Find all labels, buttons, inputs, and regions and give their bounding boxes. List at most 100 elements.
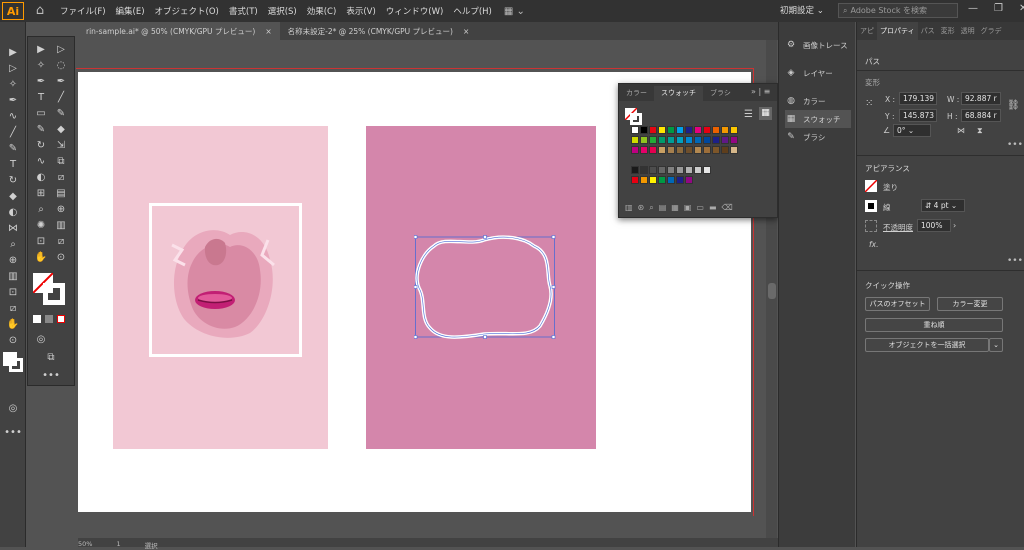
recolor-button[interactable]: カラー変更 [937, 297, 1003, 311]
shape-builder-icon[interactable]: ◐ [4, 206, 22, 220]
screen-mode-icon[interactable]: ⧉ [42, 351, 60, 365]
color-swatch[interactable] [667, 166, 675, 174]
menu-select[interactable]: 選択(S) [268, 5, 297, 17]
x-field[interactable]: 179.139 [899, 92, 937, 105]
h-field[interactable]: 68.884 r [961, 109, 1001, 122]
color-swatch[interactable] [640, 126, 648, 134]
color-swatch[interactable] [658, 166, 666, 174]
rectangle-icon[interactable]: ▭ [32, 107, 50, 121]
dock-layers[interactable]: ◈ レイヤー [785, 64, 851, 82]
arrange-button[interactable]: 重ね順 [865, 318, 1003, 332]
none-mode-icon[interactable] [57, 315, 65, 323]
color-swatch[interactable] [703, 166, 711, 174]
color-swatch[interactable] [685, 176, 693, 184]
flip-horizontal-icon[interactable]: ⋈ [957, 126, 965, 135]
selection-arrow-icon[interactable]: ▶ [32, 43, 50, 57]
fill-none-icon[interactable] [864, 179, 878, 193]
tab-untitled-2[interactable]: 名称未設定-2* @ 25% (CMYK/GPU プレビュー) × [280, 22, 478, 40]
color-swatch[interactable] [703, 136, 711, 144]
blend-icon[interactable]: ⊕ [52, 203, 70, 217]
stroke-swatch-icon[interactable] [9, 358, 23, 372]
draw-mode-icon[interactable]: ◎ [4, 402, 22, 416]
y-field[interactable]: 145.873 [899, 109, 937, 122]
eyedropper-tool-icon[interactable]: ⌕ [32, 203, 50, 217]
close-icon[interactable]: ✕ [1019, 3, 1024, 14]
more-tools-icon[interactable]: ••• [4, 426, 22, 440]
menu-help[interactable]: ヘルプ(H) [453, 5, 492, 17]
type-icon[interactable]: T [32, 91, 50, 105]
color-swatch[interactable] [685, 126, 693, 134]
stroke-indicator-icon[interactable] [630, 113, 642, 125]
free-transform-icon[interactable]: ⧉ [52, 155, 70, 169]
artboard-icon[interactable]: ⊡ [32, 235, 50, 249]
color-swatch[interactable] [667, 146, 675, 154]
rotate-icon[interactable]: ↻ [32, 139, 50, 153]
more-options-icon[interactable]: ••• [1007, 140, 1023, 150]
color-swatch[interactable] [703, 146, 711, 154]
tab-color[interactable]: カラー [619, 86, 654, 101]
fx-icon[interactable]: fx. [869, 240, 878, 249]
color-swatch[interactable] [676, 136, 684, 144]
eraser-icon[interactable]: ◆ [4, 190, 22, 204]
color-swatch[interactable] [694, 136, 702, 144]
tab-rin-sample[interactable]: rin-sample.ai* @ 50% (CMYK/GPU プレビュー) × [78, 22, 280, 40]
zoom-level[interactable]: 50% [78, 540, 92, 550]
color-swatch[interactable] [730, 146, 738, 154]
color-swatch[interactable] [730, 136, 738, 144]
zoom-tool-icon[interactable]: ⊙ [4, 334, 22, 348]
color-swatch[interactable] [667, 136, 675, 144]
line-segment-icon[interactable]: ╱ [52, 91, 70, 105]
stroke-swatch[interactable] [865, 200, 877, 212]
horizontal-scrollbar[interactable] [78, 538, 778, 547]
vertical-scroll-thumb[interactable] [768, 283, 776, 299]
symbol-sprayer-icon[interactable]: ✺ [32, 219, 50, 233]
column-graph-icon[interactable]: ▥ [52, 219, 70, 233]
minimize-icon[interactable]: — [968, 3, 978, 14]
torn-paper-lips-image[interactable] [170, 225, 278, 340]
artboard-tool-icon[interactable]: ⊡ [4, 286, 22, 300]
color-swatch[interactable] [676, 166, 684, 174]
hand-tool-icon[interactable]: ✋ [4, 318, 22, 332]
gradient-mode-icon[interactable] [45, 315, 53, 323]
color-swatch[interactable] [640, 146, 648, 154]
grid-view-icon[interactable]: ▦ [759, 107, 772, 120]
color-swatch[interactable] [685, 136, 693, 144]
color-swatch[interactable] [631, 126, 639, 134]
scale-icon[interactable]: ⇲ [52, 139, 70, 153]
more-options-icon[interactable]: ••• [1007, 256, 1023, 266]
color-swatch[interactable] [640, 176, 648, 184]
color-swatch[interactable] [631, 176, 639, 184]
tab-transparency[interactable]: 透明 [958, 26, 978, 36]
stroke-color-icon[interactable] [43, 283, 65, 305]
color-swatch[interactable] [631, 146, 639, 154]
perspective-icon[interactable]: ⧄ [52, 171, 70, 185]
mesh-icon[interactable]: ⊞ [32, 187, 50, 201]
color-swatch[interactable] [658, 146, 666, 154]
dock-brushes[interactable]: ✎ ブラシ [785, 128, 851, 146]
color-swatch[interactable] [631, 136, 639, 144]
stroke-weight-field[interactable]: ⇵ 4 pt ⌄ [921, 199, 965, 212]
color-swatch[interactable] [730, 126, 738, 134]
tab-close-icon[interactable]: × [463, 27, 469, 36]
menu-type[interactable]: 書式(T) [229, 5, 258, 17]
color-swatch[interactable] [658, 136, 666, 144]
color-swatch[interactable] [694, 166, 702, 174]
pen-tool-icon[interactable]: ✒ [4, 94, 22, 108]
color-swatch[interactable] [712, 146, 720, 154]
color-swatch[interactable] [676, 146, 684, 154]
tab-appearance[interactable]: アピ [857, 26, 877, 36]
color-swatch[interactable] [667, 176, 675, 184]
color-swatch[interactable] [721, 136, 729, 144]
workspace-switcher[interactable]: 初期設定 ⌄ [780, 4, 824, 16]
magic-wand-icon[interactable]: ✧ [4, 78, 22, 92]
paintbrush-icon[interactable]: ✎ [52, 107, 70, 121]
shaper-icon[interactable]: ✎ [32, 123, 50, 137]
color-swatch[interactable] [649, 146, 657, 154]
edit-toolbar-icon[interactable]: ••• [42, 369, 60, 383]
color-swatch[interactable] [712, 136, 720, 144]
warp-icon[interactable]: ∿ [32, 155, 50, 169]
dock-swatches[interactable]: ▦ スウォッチ [785, 110, 851, 128]
color-swatch[interactable] [694, 126, 702, 134]
gradient-icon[interactable]: ▤ [52, 187, 70, 201]
color-swatch[interactable] [649, 126, 657, 134]
